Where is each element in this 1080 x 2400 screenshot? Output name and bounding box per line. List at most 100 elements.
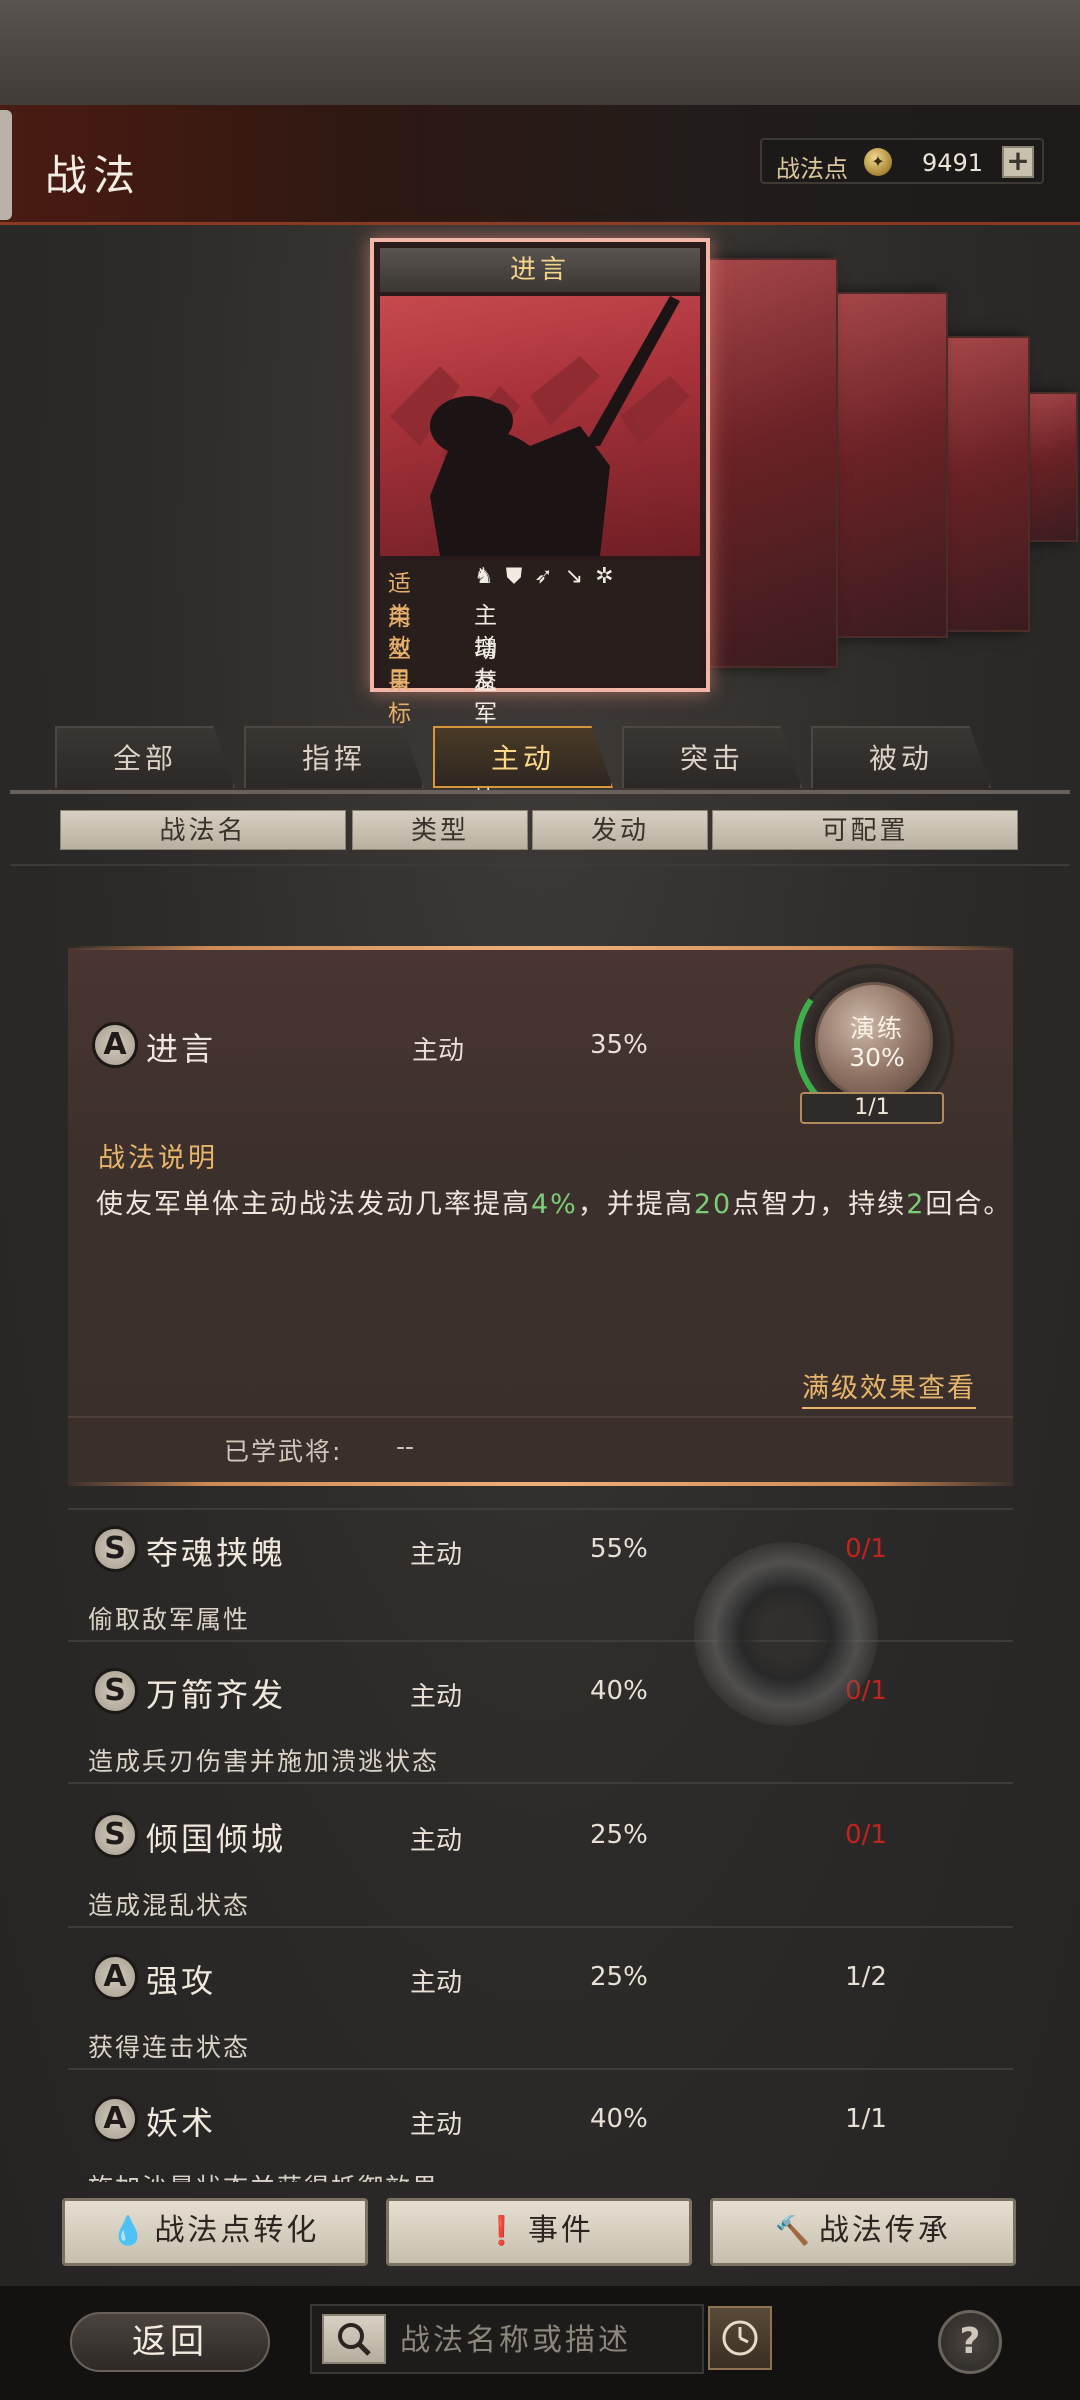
skill-name: 强攻 — [146, 1962, 217, 2000]
drill-label: 演练 — [849, 1014, 904, 1043]
skill-config: 1/1 — [845, 2104, 887, 2134]
skill-type: 主动 — [410, 1826, 463, 1856]
grade-badge: A — [92, 1022, 138, 1068]
row-separator — [68, 1926, 1013, 1928]
skill-rate: 35% — [590, 1030, 648, 1060]
row-separator — [68, 2068, 1013, 2070]
expanded-bottom-border — [68, 1482, 1013, 1486]
help-button[interactable]: ? — [938, 2310, 1002, 2374]
card-back-1[interactable] — [688, 258, 838, 668]
drill-button[interactable]: 演练 30% — [815, 982, 933, 1100]
column-header-rate[interactable]: 发动 — [532, 810, 708, 850]
page-title: 战法 — [45, 151, 142, 200]
add-points-button[interactable]: + — [1002, 146, 1034, 178]
column-header-config[interactable]: 可配置 — [712, 810, 1018, 850]
drop-icon: 💧 — [110, 2214, 149, 2247]
desc-highlight: 4% — [531, 1189, 578, 1220]
wheel-icon: ✲ — [595, 564, 626, 589]
grade-badge: A — [92, 1954, 138, 2000]
desc-text-part: 回合。 — [925, 1189, 1013, 1220]
card-title: 进言 — [380, 248, 700, 292]
convert-points-button[interactable]: 💧 战法点转化 — [62, 2198, 368, 2266]
drill-percent: 30% — [849, 1043, 905, 1072]
skill-description: 造成兵刃伤害并施加溃逃状态 — [88, 1747, 440, 1776]
full-level-effect-link[interactable]: 满级效果查看 — [802, 1366, 976, 1409]
unit-type-icons: ♞⛊➶↘✲ — [474, 564, 626, 589]
skill-rate: 25% — [590, 1820, 648, 1850]
desc-text-part: 使友军单体主动战法发动几率提高 — [96, 1189, 531, 1220]
grade-badge: S — [92, 1668, 138, 1714]
tactic-inherit-button[interactable]: 🔨 战法传承 — [710, 2198, 1016, 2266]
column-header-name[interactable]: 战法名 — [60, 810, 346, 850]
desc-text-part: 点智力，持续 — [732, 1189, 907, 1220]
card-artwork — [380, 296, 700, 556]
search-box — [310, 2304, 704, 2374]
skill-description: 获得连击状态 — [88, 2033, 251, 2062]
smoke-vortex-icon — [694, 1542, 878, 1726]
skill-type: 主动 — [412, 1036, 465, 1066]
tabs-divider — [10, 790, 1070, 794]
button-label: 战法点转化 — [154, 2213, 320, 2248]
skill-description: 施加沙暴状态并获得抵御效果 — [88, 2168, 439, 2182]
cavalry-icon: ♞ — [474, 564, 506, 589]
skill-rate: 40% — [590, 2104, 648, 2134]
grade-badge: S — [92, 1526, 138, 1572]
selected-tactic-card[interactable]: 进言 适用 ♞⛊➶↘✲ 类型 主动 效果 增益 目标 友军 — [370, 238, 710, 795]
header-underline — [10, 864, 1070, 866]
hammer-icon: 🔨 — [775, 2214, 813, 2247]
skill-name: 妖术 — [146, 2104, 217, 2142]
description-title: 战法说明 — [98, 1143, 218, 1174]
skill-type: 主动 — [410, 1540, 463, 1570]
tab-all[interactable]: 全部 — [55, 726, 235, 788]
search-input[interactable] — [400, 2318, 700, 2362]
history-button[interactable] — [708, 2306, 772, 2370]
skill-name: 万箭齐发 — [146, 1676, 287, 1714]
info-key: 目标 — [388, 667, 413, 727]
learned-generals-label: 已学武将: — [224, 1437, 343, 1466]
search-icon — [338, 2323, 371, 2356]
events-button[interactable]: ❗ 事件 — [386, 2198, 692, 2266]
column-header-type[interactable]: 类型 — [352, 810, 528, 850]
card-info-panel: 适用 ♞⛊➶↘✲ 类型 主动 效果 增益 目标 友军单体 — [380, 560, 700, 795]
skill-type: 主动 — [410, 2110, 463, 2140]
skill-rate: 40% — [590, 1676, 648, 1706]
tactic-points-box: 战法点 ✦ 9491 + — [760, 138, 1044, 184]
warrior-silhouette-icon — [390, 296, 690, 556]
skill-rate: 25% — [590, 1962, 648, 1992]
back-button[interactable]: 返回 — [70, 2312, 270, 2372]
button-label: 战法传承 — [818, 2213, 951, 2248]
skill-type: 主动 — [410, 1968, 463, 1998]
tab-command[interactable]: 指挥 — [244, 726, 424, 788]
skill-name: 夺魂挟魄 — [146, 1534, 287, 1572]
skill-name: 倾国倾城 — [146, 1820, 287, 1858]
skill-config: 1/2 — [845, 1962, 887, 1992]
drill-count: 1/1 — [800, 1092, 944, 1124]
tab-assault[interactable]: 突击 — [622, 726, 802, 788]
search-button[interactable] — [322, 2314, 386, 2364]
expanded-top-border — [68, 946, 1013, 950]
row-separator — [68, 1508, 1013, 1510]
tab-active[interactable]: 主动 — [433, 726, 613, 788]
category-tabs: 全部 指挥 主动 突击 被动 — [55, 726, 1000, 790]
skill-name: 进言 — [146, 1030, 217, 1068]
skill-description: 造成混乱状态 — [88, 1891, 251, 1920]
skill-config: 0/1 — [845, 1820, 887, 1850]
shield-icon: ⛊ — [505, 564, 535, 589]
tab-passive[interactable]: 被动 — [811, 726, 991, 788]
points-value: 9491 — [922, 149, 984, 177]
spear-icon: ↘ — [564, 564, 596, 589]
grade-badge: S — [92, 1812, 138, 1858]
learned-generals-value: -- — [396, 1432, 415, 1461]
desc-highlight: 20 — [693, 1189, 733, 1220]
header-accent — [0, 110, 12, 220]
clock-icon — [722, 2320, 758, 2356]
skill-description: 偷取敌军属性 — [88, 1605, 251, 1634]
grade-badge: A — [92, 2096, 138, 2142]
skill-type: 主动 — [410, 1682, 463, 1712]
desc-highlight: 2 — [906, 1189, 926, 1220]
desc-text-part: ，并提高 — [577, 1189, 694, 1220]
event-icon: ❗ — [484, 2214, 522, 2247]
description-text: 使友军单体主动战法发动几率提高4%，并提高20点智力，持续2回合。 — [96, 1180, 1016, 1230]
skill-rate: 55% — [590, 1534, 648, 1564]
points-label: 战法点 — [776, 155, 848, 183]
